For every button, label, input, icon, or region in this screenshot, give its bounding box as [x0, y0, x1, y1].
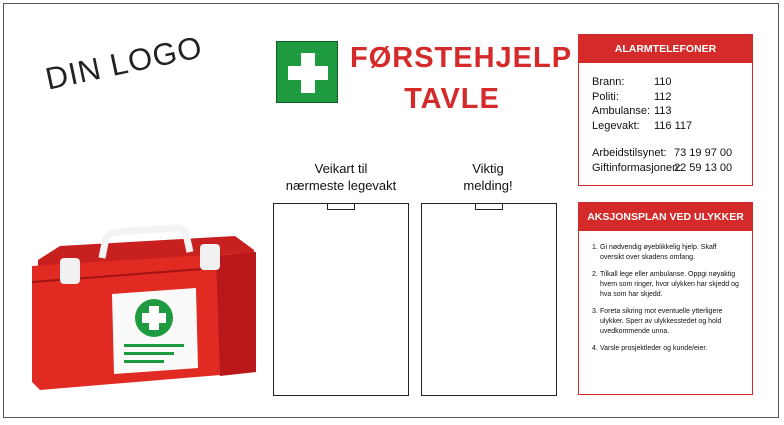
message-frame — [421, 203, 557, 396]
title-line-1: FØRSTEHJELP — [350, 42, 573, 74]
map-frame — [273, 203, 409, 396]
action-step: 1. Gi nødvendig øyeblikkelig hjelp. Skaff… — [592, 244, 717, 261]
frame-clip — [475, 203, 503, 210]
alarm-card: ALARMTELEFONER Brann: 110 Politi: 112 Ambu… — [578, 34, 753, 186]
alarm-row: Legevakt: 116 117 — [592, 119, 693, 132]
board-title: FØRSTEHJELP TAVLE — [350, 38, 573, 120]
alarm-list: Brann: 110 Politi: 112 Ambulanse: 113 Legev… — [592, 75, 692, 133]
action-plan-title: AKSJONSPLAN VED ULYKKER — [579, 203, 752, 231]
title-line-2: TAVLE — [404, 83, 500, 115]
frame-clip — [327, 203, 355, 210]
alarm-row: Brann: 110 — [592, 76, 672, 88]
action-steps: 1. Gi nødvendig øyeblikkelig hjelp. Skaff… — [592, 243, 742, 361]
panel-label-map: Veikart til nærmeste legevakt — [285, 161, 397, 193]
alarm-title: ALARMTELEFONER — [579, 35, 752, 63]
alarm-row: Ambulanse: 113 — [592, 105, 672, 117]
action-step: 2. Tilkall lege eller ambulanse. Oppgi nø… — [592, 271, 739, 298]
extra-row: Arbeidstilsynet: 73 19 97 00 — [592, 147, 733, 159]
extra-row: Giftinformasjonen:22 59 13 00 — [592, 161, 733, 174]
panel-label-message: Viktig melding! — [463, 161, 513, 193]
action-step: 4. Varsle prosjektleder og kunde/eier. — [592, 345, 708, 352]
first-aid-cross-icon — [276, 41, 338, 103]
alarm-row: Politi: 112 — [592, 90, 672, 103]
action-plan-card: AKSJONSPLAN VED ULYKKER 1. Gi nødvendig ø… — [578, 202, 753, 395]
first-aid-kit-illustration — [31, 224, 256, 390]
action-step: 3. Foreta sikring mot eventuelle ytterlig… — [592, 308, 723, 335]
extra-list: Arbeidstilsynet: 73 19 97 00 Giftinformas… — [592, 146, 732, 175]
